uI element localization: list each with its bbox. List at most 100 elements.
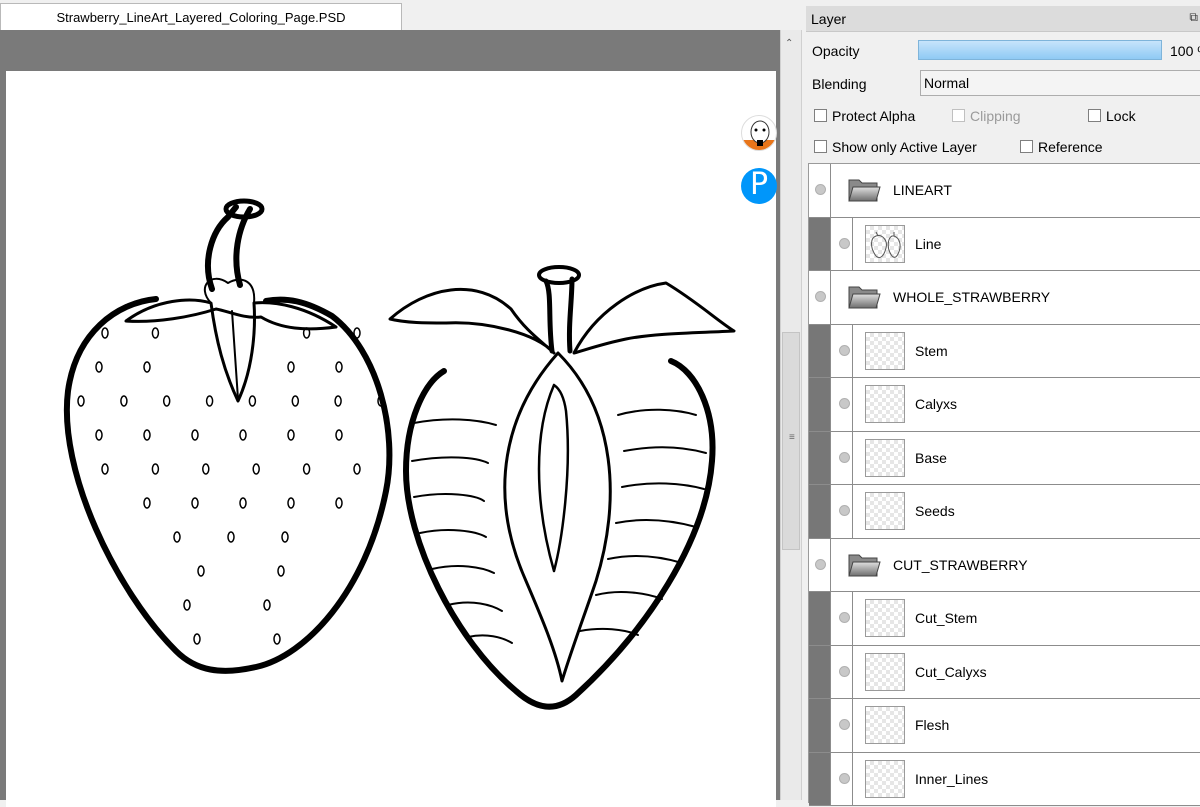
folder-icon (848, 554, 881, 576)
folder-icon (848, 179, 881, 202)
layer-group-row[interactable]: WHOLE_STRAWBERRY (809, 271, 1200, 325)
blending-select[interactable]: Normal (920, 70, 1200, 96)
layer-panel: Layer ⧉ Opacity 100 % Blending Normal Pr… (806, 0, 1200, 806)
seed (162, 395, 171, 407)
visibility-toggle-icon[interactable] (815, 184, 826, 195)
seed (95, 429, 103, 441)
seed (101, 463, 109, 475)
seed (239, 497, 247, 509)
show-only-active-layer-label: Show only Active Layer (832, 139, 977, 155)
blending-label: Blending (812, 76, 867, 92)
document-tab-bar: Strawberry_LineArt_Layered_Coloring_Page… (0, 0, 808, 31)
layer-thumbnail (865, 706, 905, 744)
seed (287, 497, 295, 509)
seed (173, 531, 181, 543)
layer-row[interactable]: Calyxs (809, 378, 1200, 432)
layer-row[interactable]: Flesh (809, 699, 1200, 753)
seed (193, 633, 201, 645)
layer-name: Seeds (915, 503, 955, 519)
layer-indent (809, 592, 831, 645)
layer-indent (809, 324, 831, 377)
layer-thumbnail (865, 385, 905, 423)
layer-row[interactable]: Line (809, 217, 1200, 271)
seed (277, 565, 285, 577)
layer-group-row[interactable]: CUT_STRAWBERRY (809, 538, 1200, 592)
layer-thumbnail (865, 492, 905, 530)
visibility-toggle-icon[interactable] (839, 451, 850, 463)
seed (227, 531, 235, 543)
visibility-toggle-icon[interactable] (839, 344, 850, 356)
visibility-toggle-icon[interactable] (839, 505, 850, 516)
layer-row[interactable]: Seeds (809, 485, 1200, 539)
dock-icon[interactable]: ⧉ (1189, 10, 1198, 25)
show-only-active-layer-checkbox[interactable] (814, 140, 827, 153)
seed (263, 599, 271, 611)
layer-row[interactable]: Cut_Calyxs (809, 645, 1200, 699)
protect-alpha-checkbox[interactable] (814, 109, 827, 122)
panel-title: Layer (811, 11, 847, 27)
seed (353, 327, 361, 339)
cut-strawberry-stem (543, 276, 575, 354)
layer-name: Cut_Stem (915, 610, 978, 626)
seed (101, 327, 109, 339)
layer-row[interactable]: Inner_Lines (809, 752, 1200, 806)
seed (291, 395, 300, 407)
visibility-toggle-icon[interactable] (815, 291, 826, 302)
pixiv-logo-icon[interactable]: P (741, 168, 777, 204)
seed (202, 463, 210, 475)
layer-thumbnail (865, 759, 905, 798)
seed (252, 463, 260, 475)
scrollbar-thumb[interactable]: ≡ (782, 332, 800, 550)
layer-name: Calyxs (915, 396, 958, 412)
visibility-toggle-icon[interactable] (839, 398, 850, 409)
layer-indent (809, 217, 831, 270)
seed (281, 531, 289, 543)
reference-checkbox[interactable] (1020, 140, 1033, 153)
chevron-up-icon[interactable]: ⌃ (785, 38, 793, 49)
layer-indent (809, 431, 831, 484)
opacity-value: 100 % (1170, 43, 1200, 59)
visibility-toggle-icon[interactable] (839, 772, 850, 784)
layer-name: Flesh (915, 717, 950, 733)
protect-alpha-label: Protect Alpha (832, 108, 916, 124)
layer-name: CUT_STRAWBERRY (893, 556, 1028, 573)
layer-thumbnail (865, 599, 905, 637)
layer-indent (809, 699, 831, 752)
cut-strawberry-core (503, 351, 612, 683)
layer-name: Inner_Lines (915, 770, 989, 787)
layer-name: Stem (915, 342, 948, 359)
layer-indent (809, 645, 831, 698)
seed (143, 429, 151, 441)
visibility-toggle-icon[interactable] (839, 719, 850, 730)
cut-strawberry-inner-lines (411, 408, 707, 644)
panel-splitter[interactable]: ⌃ ≡ (780, 30, 802, 800)
cut-strawberry-calyx (388, 281, 736, 355)
layer-thumbnail (865, 331, 905, 370)
visibility-toggle-icon[interactable] (815, 558, 826, 570)
visibility-toggle-icon[interactable] (839, 612, 850, 623)
document-tab[interactable]: Strawberry_LineArt_Layered_Coloring_Page… (0, 3, 402, 31)
layer-indent (809, 752, 831, 805)
clipping-checkbox[interactable] (952, 109, 965, 122)
layer-thumbnail (865, 652, 905, 691)
visibility-toggle-icon[interactable] (839, 665, 850, 677)
seed (287, 361, 295, 373)
layer-row[interactable]: Cut_Stem (809, 592, 1200, 646)
layer-name: WHOLE_STRAWBERRY (893, 289, 1051, 305)
seed (335, 429, 343, 441)
layer-group-row[interactable]: LINEART (809, 164, 1200, 218)
seed (143, 361, 151, 373)
seed (239, 429, 247, 441)
canvas-area[interactable]: P (0, 30, 786, 807)
clipping-label: Clipping (970, 108, 1021, 124)
layer-row[interactable]: Stem (809, 324, 1200, 378)
opacity-slider[interactable] (918, 40, 1162, 60)
grip-icon: ≡ (789, 432, 795, 443)
alpaca-avatar-icon[interactable] (741, 115, 777, 151)
folder-icon (848, 286, 881, 309)
drawing-canvas[interactable]: P (6, 71, 777, 807)
layer-list: LINEART Line WHOLE_STRAWBERRY Stem Calyxs Bas… (808, 163, 1200, 806)
visibility-toggle-icon[interactable] (839, 237, 850, 249)
layer-row[interactable]: Base (809, 431, 1200, 485)
lock-checkbox[interactable] (1088, 109, 1101, 122)
